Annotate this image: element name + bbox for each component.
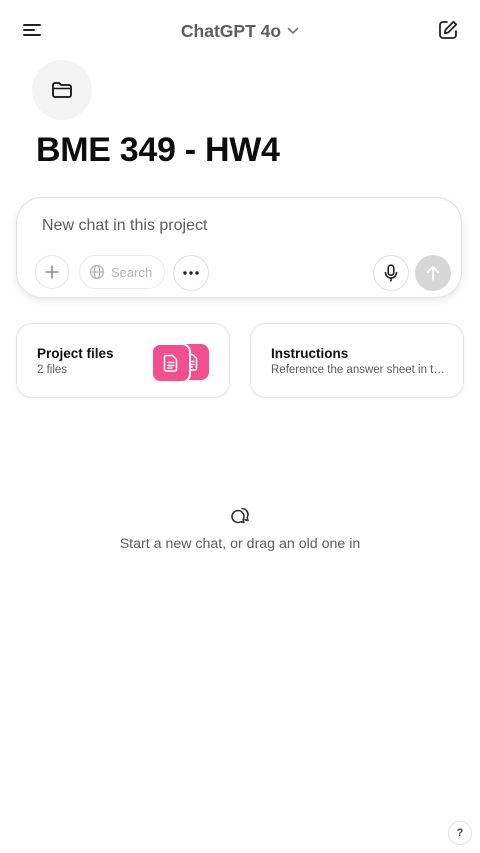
project-files-title: Project files <box>37 346 114 361</box>
project-files-card[interactable]: Project files 2 files <box>16 323 230 398</box>
sidebar-toggle-button[interactable] <box>18 16 46 44</box>
model-name: ChatGPT 4o <box>180 20 282 41</box>
more-tools-button[interactable] <box>173 255 209 291</box>
file-thumbnail <box>151 343 191 383</box>
model-selector[interactable]: ChatGPT 4o <box>170 18 310 44</box>
globe-icon <box>89 264 105 280</box>
arrow-up-icon <box>426 265 440 281</box>
folder-icon <box>51 81 73 99</box>
more-icon <box>182 271 200 275</box>
new-chat-input[interactable] <box>42 215 422 237</box>
instructions-preview: Reference the answer sheet in the projec… <box>271 364 447 376</box>
empty-state-text: Start a new chat, or drag an old one in <box>119 536 361 552</box>
help-button[interactable]: ? <box>448 821 472 845</box>
project-folder-badge[interactable] <box>32 60 92 120</box>
project-files-count: 2 files <box>37 364 68 376</box>
chats-icon <box>228 503 252 527</box>
composer: Search <box>16 197 462 298</box>
chevron-down-icon <box>287 27 299 35</box>
new-chat-button[interactable] <box>434 16 462 44</box>
search-label: Search <box>111 264 153 280</box>
plus-icon <box>44 264 60 280</box>
search-button[interactable]: Search <box>79 255 165 289</box>
instructions-card[interactable]: Instructions Reference the answer sheet … <box>250 323 464 398</box>
instructions-title: Instructions <box>271 346 349 361</box>
mic-icon <box>384 264 398 282</box>
project-title: BME 349 - HW4 <box>36 131 280 169</box>
sidebar-menu-icon <box>22 23 42 37</box>
document-icon <box>163 354 179 372</box>
voice-input-button[interactable] <box>373 255 409 291</box>
compose-icon <box>437 19 459 41</box>
attach-button[interactable] <box>35 255 69 289</box>
send-button[interactable] <box>415 255 451 291</box>
